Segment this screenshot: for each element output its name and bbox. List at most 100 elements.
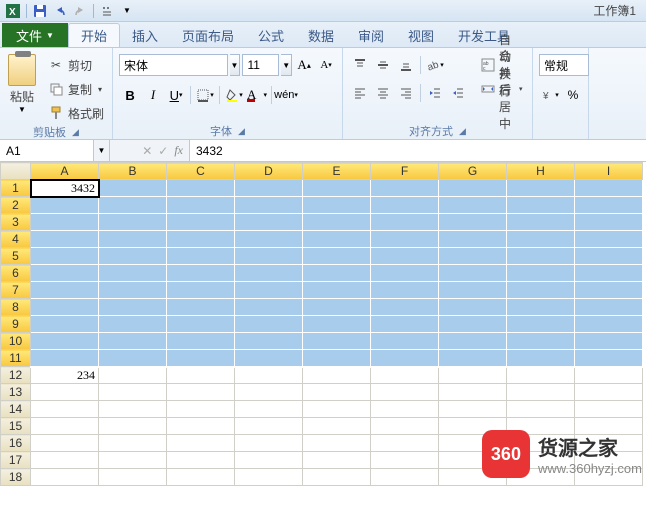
cell-C2[interactable]	[167, 197, 235, 214]
cell-E12[interactable]	[303, 367, 371, 384]
qat-customize-icon[interactable]	[98, 2, 116, 20]
cell-F3[interactable]	[371, 214, 439, 231]
cell-D18[interactable]	[235, 469, 303, 486]
cell-D7[interactable]	[235, 282, 303, 299]
cell-B8[interactable]	[99, 299, 167, 316]
cell-C7[interactable]	[167, 282, 235, 299]
cell-F5[interactable]	[371, 248, 439, 265]
font-size-combo[interactable]: 11	[242, 54, 279, 76]
redo-icon[interactable]	[71, 2, 89, 20]
align-center-button[interactable]	[372, 82, 394, 104]
col-header-E[interactable]: E	[303, 163, 371, 180]
cell-D1[interactable]	[235, 180, 303, 197]
cell-B12[interactable]	[99, 367, 167, 384]
cell-F6[interactable]	[371, 265, 439, 282]
number-format-combo[interactable]: 常规	[539, 54, 589, 76]
cell-A14[interactable]	[31, 401, 99, 418]
tab-file[interactable]: 文件▼	[2, 23, 68, 47]
cell-F9[interactable]	[371, 316, 439, 333]
tab-insert[interactable]: 插入	[120, 23, 170, 47]
phonetic-button[interactable]: wén▾	[275, 84, 297, 106]
row-header-5[interactable]: 5	[1, 248, 31, 265]
cell-I9[interactable]	[575, 316, 643, 333]
cell-C1[interactable]	[167, 180, 235, 197]
cell-D15[interactable]	[235, 418, 303, 435]
cell-E16[interactable]	[303, 435, 371, 452]
cell-H10[interactable]	[507, 333, 575, 350]
cell-A18[interactable]	[31, 469, 99, 486]
cell-C17[interactable]	[167, 452, 235, 469]
col-header-A[interactable]: A	[31, 163, 99, 180]
col-header-G[interactable]: G	[439, 163, 507, 180]
cell-D8[interactable]	[235, 299, 303, 316]
cell-B7[interactable]	[99, 282, 167, 299]
tab-home[interactable]: 开始	[68, 23, 120, 47]
cell-F11[interactable]	[371, 350, 439, 367]
row-header-15[interactable]: 15	[1, 418, 31, 435]
copy-button[interactable]: 复制▾	[44, 78, 108, 100]
tab-formulas[interactable]: 公式	[246, 23, 296, 47]
cell-G1[interactable]	[439, 180, 507, 197]
cell-G5[interactable]	[439, 248, 507, 265]
row-header-1[interactable]: 1	[1, 180, 31, 197]
row-header-2[interactable]: 2	[1, 197, 31, 214]
cell-B15[interactable]	[99, 418, 167, 435]
cell-E17[interactable]	[303, 452, 371, 469]
col-header-C[interactable]: C	[167, 163, 235, 180]
row-header-18[interactable]: 18	[1, 469, 31, 486]
increase-indent-button[interactable]	[447, 82, 469, 104]
cell-C14[interactable]	[167, 401, 235, 418]
cell-B14[interactable]	[99, 401, 167, 418]
align-top-button[interactable]	[349, 54, 371, 76]
cell-D5[interactable]	[235, 248, 303, 265]
undo-icon[interactable]	[51, 2, 69, 20]
cell-F13[interactable]	[371, 384, 439, 401]
cell-E14[interactable]	[303, 401, 371, 418]
bold-button[interactable]: B	[119, 84, 141, 106]
grow-font-button[interactable]: A▴	[294, 54, 314, 76]
cell-I10[interactable]	[575, 333, 643, 350]
tab-review[interactable]: 审阅	[346, 23, 396, 47]
cell-I2[interactable]	[575, 197, 643, 214]
cell-E18[interactable]	[303, 469, 371, 486]
cell-F18[interactable]	[371, 469, 439, 486]
cell-C11[interactable]	[167, 350, 235, 367]
cell-H13[interactable]	[507, 384, 575, 401]
accounting-format-button[interactable]: ¥▾	[539, 84, 561, 106]
cell-B11[interactable]	[99, 350, 167, 367]
cell-G4[interactable]	[439, 231, 507, 248]
font-color-button[interactable]: A▾	[246, 84, 268, 106]
cell-A16[interactable]	[31, 435, 99, 452]
cell-B10[interactable]	[99, 333, 167, 350]
cell-G6[interactable]	[439, 265, 507, 282]
cell-D11[interactable]	[235, 350, 303, 367]
cell-C13[interactable]	[167, 384, 235, 401]
cell-I6[interactable]	[575, 265, 643, 282]
chevron-down-icon[interactable]: ▼	[118, 2, 136, 20]
cell-I3[interactable]	[575, 214, 643, 231]
cell-D4[interactable]	[235, 231, 303, 248]
percent-button[interactable]: %	[562, 84, 584, 106]
font-dialog-launcher[interactable]: ◢	[238, 126, 245, 137]
cell-A12[interactable]: 234	[31, 367, 99, 384]
cell-G13[interactable]	[439, 384, 507, 401]
col-header-I[interactable]: I	[575, 163, 643, 180]
cell-A1[interactable]: 3432	[31, 180, 99, 197]
decrease-indent-button[interactable]	[424, 82, 446, 104]
cell-F12[interactable]	[371, 367, 439, 384]
cell-E15[interactable]	[303, 418, 371, 435]
cell-B1[interactable]	[99, 180, 167, 197]
italic-button[interactable]: I	[142, 84, 164, 106]
cell-G11[interactable]	[439, 350, 507, 367]
cell-E9[interactable]	[303, 316, 371, 333]
cell-A11[interactable]	[31, 350, 99, 367]
cell-G3[interactable]	[439, 214, 507, 231]
border-button[interactable]: ▾	[194, 84, 216, 106]
alignment-dialog-launcher[interactable]: ◢	[459, 126, 466, 137]
cell-I11[interactable]	[575, 350, 643, 367]
cell-F2[interactable]	[371, 197, 439, 214]
cell-G2[interactable]	[439, 197, 507, 214]
name-box[interactable]: A1	[0, 140, 94, 161]
cell-A3[interactable]	[31, 214, 99, 231]
cell-D12[interactable]	[235, 367, 303, 384]
